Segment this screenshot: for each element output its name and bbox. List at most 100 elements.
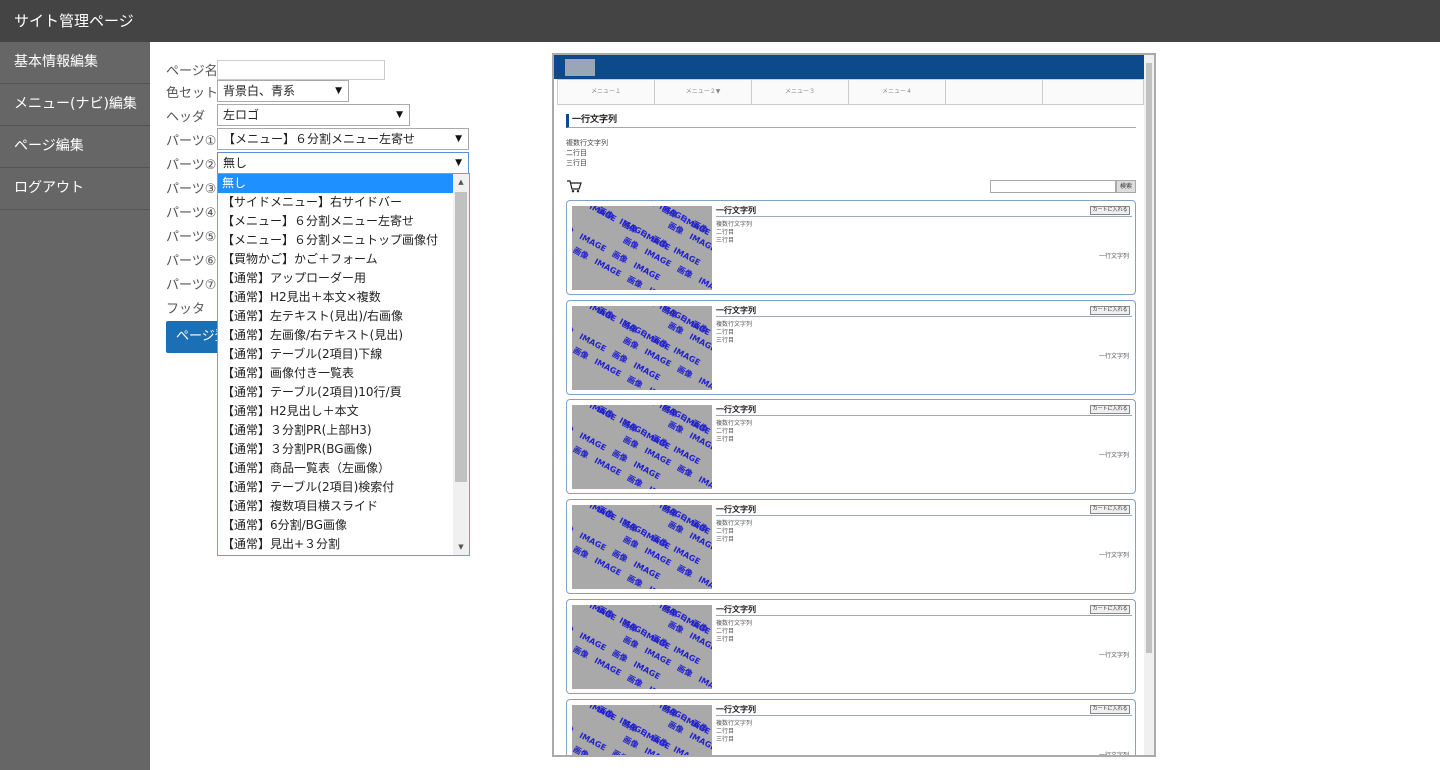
dropdown-option[interactable]: 【メニュー】６分割メニュトップ画像付 [218, 231, 469, 250]
parts-1-label: パーツ① [166, 134, 217, 149]
parts-2-select[interactable]: 無し ▼ [217, 152, 469, 174]
preview-card-price: 一行文字列 [1098, 452, 1129, 459]
dropdown-option[interactable]: 【通常】H2見出し＋本文 [218, 402, 469, 421]
preview-card-line: 二行目 [716, 329, 735, 336]
scroll-down-icon[interactable]: ▼ [453, 539, 469, 555]
preview-card-line: 複数行文字列 [716, 321, 753, 328]
preview-header [554, 55, 1146, 79]
sidebar-item-page-edit[interactable]: ページ編集 [0, 126, 150, 168]
dropdown-scrollbar[interactable]: ▲ ▼ [453, 174, 469, 555]
preview-card-line: 複数行文字列 [716, 720, 753, 727]
add-to-cart-button[interactable]: カートに入れる [1090, 505, 1130, 514]
preview-text-line: 二行目 [566, 149, 587, 157]
preview-product-image: 画像 IMAGE 画像 IMAGE 画像 IMAGE 画像 IMAGE 画像 IMA… [572, 605, 712, 689]
parts-2-dropdown-list[interactable]: 無し 【サイドメニュー】右サイドバー 【メニュー】６分割メニュー左寄せ 【メニュー】６… [217, 173, 470, 556]
page-name-input[interactable] [217, 60, 385, 80]
parts-7-label: パーツ⑦ [166, 278, 217, 293]
chevron-down-icon: ▼ [455, 134, 462, 144]
preview-card-body: 複数行文字列 二行目 三行目 [716, 520, 752, 544]
add-to-cart-button[interactable]: カートに入れる [1090, 306, 1130, 315]
preview-search-button[interactable]: 検索 [1116, 180, 1136, 193]
preview-search-input[interactable] [990, 180, 1116, 193]
sidebar-item-basic-info[interactable]: 基本情報編集 [0, 42, 150, 84]
parts-1-select[interactable]: 【メニュー】６分割メニュー左寄せ ▼ [217, 128, 469, 150]
preview-card-line: 複数行文字列 [716, 420, 753, 427]
dropdown-option[interactable]: 【通常】テーブル(2項目)検索付 [218, 478, 469, 497]
page-name-row: ページ名 [166, 58, 396, 80]
sidebar-item-logout[interactable]: ログアウト [0, 168, 150, 210]
preview-card-title: 一行文字列 [716, 504, 1132, 516]
preview-card-price: 一行文字列 [1098, 253, 1129, 260]
parts-row-2: パーツ② 無し ▼ [166, 152, 476, 174]
dropdown-option[interactable]: 無し [218, 174, 469, 193]
scroll-up-icon[interactable]: ▲ [453, 174, 469, 190]
preview-menu-item[interactable] [946, 80, 1043, 104]
add-to-cart-button[interactable]: カートに入れる [1090, 605, 1130, 614]
preview-card-line: 二行目 [716, 229, 735, 236]
preview-product-card: 画像 IMAGE 画像 IMAGE 画像 IMAGE 画像 IMAGE 画像 IMA… [566, 399, 1136, 494]
preview-menu-item[interactable]: メニュー１ [558, 80, 655, 104]
preview-product-image: 画像 IMAGE 画像 IMAGE 画像 IMAGE 画像 IMAGE 画像 IMA… [572, 505, 712, 589]
preview-menu-item[interactable]: メニュー３ [752, 80, 849, 104]
parts-1-value: 【メニュー】６分割メニュー左寄せ [223, 132, 416, 146]
add-to-cart-button[interactable]: カートに入れる [1090, 705, 1130, 714]
preview-card-body: 複数行文字列 二行目 三行目 [716, 620, 752, 644]
preview-menu-item[interactable]: メニュー４ [849, 80, 946, 104]
preview-title: 一行文字列 [566, 114, 1136, 128]
dropdown-option[interactable]: 【通常】３分割PR(BG画像) [218, 440, 469, 459]
parts-2-label: パーツ② [166, 158, 217, 173]
preview-product-image: 画像 IMAGE 画像 IMAGE 画像 IMAGE 画像 IMAGE 画像 IMA… [572, 206, 712, 290]
preview-card-title: 一行文字列 [716, 404, 1132, 416]
dropdown-option[interactable]: 【通常】商品一覧表（左画像） [218, 459, 469, 478]
dropdown-option[interactable]: 【通常】複数項目横スライド [218, 497, 469, 516]
dropdown-option[interactable]: 【サイドメニュー】右サイドバー [218, 193, 469, 212]
parts-4-label: パーツ④ [166, 206, 217, 221]
dropdown-option[interactable]: 【通常】テーブル(2項目)10行/頁 [218, 383, 469, 402]
preview-scrollbar[interactable] [1144, 55, 1154, 755]
parts-3-label: パーツ③ [166, 182, 217, 197]
color-set-select[interactable]: 背景白、青系 ▼ [217, 80, 349, 102]
parts-row-3: パーツ③ [166, 176, 216, 198]
parts-6-label: パーツ⑥ [166, 254, 217, 269]
dropdown-option[interactable]: 【通常】アップローダー用 [218, 269, 469, 288]
preview-logo [565, 59, 595, 76]
preview-card-title: 一行文字列 [716, 305, 1132, 317]
preview-card-line: 三行目 [716, 636, 735, 643]
preview-card-body: 複数行文字列 二行目 三行目 [716, 221, 752, 245]
preview-card-title: 一行文字列 [716, 604, 1132, 616]
dropdown-option[interactable]: 【メニュー】６分割メニュー左寄せ [218, 212, 469, 231]
add-to-cart-button[interactable]: カートに入れる [1090, 405, 1130, 414]
image-placeholder-text: 画像 IMAGE 画像 IMAGE [572, 345, 677, 390]
preview-text-line: 三行目 [566, 159, 587, 167]
dropdown-option[interactable]: 【通常】３分割PR(上部H3) [218, 421, 469, 440]
preview-card-line: 複数行文字列 [716, 620, 753, 627]
add-to-cart-button[interactable]: カートに入れる [1090, 206, 1130, 215]
preview-card-body: 複数行文字列 二行目 三行目 [716, 420, 752, 444]
preview-product-card: 画像 IMAGE 画像 IMAGE 画像 IMAGE 画像 IMAGE 画像 IMA… [566, 599, 1136, 694]
chevron-down-icon: ▼ [455, 158, 462, 168]
page-name-label: ページ名 [166, 64, 218, 79]
preview-card-body: 複数行文字列 二行目 三行目 [716, 321, 752, 345]
preview-product-card: 画像 IMAGE 画像 IMAGE 画像 IMAGE 画像 IMAGE 画像 IMA… [566, 200, 1136, 295]
preview-card-line: 二行目 [716, 628, 735, 635]
dropdown-option[interactable]: 【買物かご】かご＋フォーム [218, 250, 469, 269]
dropdown-option[interactable]: 【通常】見出+３分割 [218, 535, 469, 554]
dropdown-option[interactable]: 【通常】左画像/右テキスト(見出) [218, 326, 469, 345]
preview-card-line: 三行目 [716, 436, 735, 443]
preview-scroll-thumb[interactable] [1146, 63, 1152, 653]
dropdown-scroll-thumb[interactable] [455, 192, 467, 482]
header-select[interactable]: 左ロゴ ▼ [217, 104, 410, 126]
sidebar-item-menu-edit[interactable]: メニュー(ナビ)編集 [0, 84, 150, 126]
dropdown-option[interactable]: 【通常】左テキスト(見出)/右画像 [218, 307, 469, 326]
dropdown-option[interactable]: 【通常】画像付き一覧表 [218, 364, 469, 383]
image-placeholder-text: 画像 IMAGE 画像 IMAGE [572, 544, 677, 589]
preview-card-price: 一行文字列 [1098, 652, 1129, 659]
parts-2-value: 無し [223, 156, 248, 170]
footer-row: フッタ [166, 296, 216, 318]
dropdown-option[interactable]: 【通常】テーブル(2項目)下線 [218, 345, 469, 364]
parts-row-1: パーツ① 【メニュー】６分割メニュー左寄せ ▼ [166, 128, 476, 150]
preview-card-title: 一行文字列 [716, 704, 1132, 716]
dropdown-option[interactable]: 【通常】6分割/BG画像 [218, 516, 469, 535]
dropdown-option[interactable]: 【通常】H2見出＋本文×複数 [218, 288, 469, 307]
preview-menu-item[interactable]: メニュー２▼ [655, 80, 752, 104]
